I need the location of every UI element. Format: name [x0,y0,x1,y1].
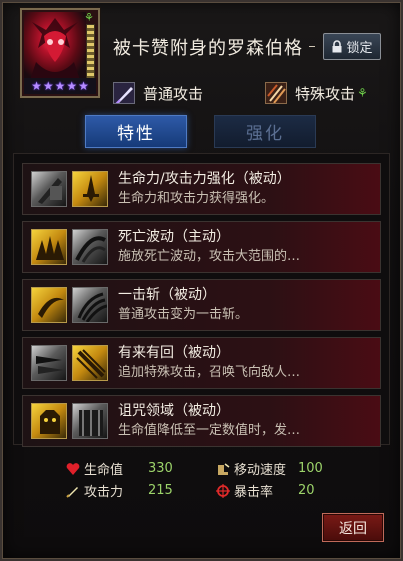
tab-traits[interactable]: 特性 [85,115,187,148]
character-art [24,12,86,80]
leaf-icon: ⚘ [84,11,94,24]
speed-value: 100 [298,461,323,476]
return-button[interactable]: 返回 [322,513,384,542]
stat-hp: 生命值 [66,459,123,478]
stat-attack: 攻击力 [66,481,123,500]
sword-shield-icon [31,171,67,207]
gold-shockwave-icon [31,229,67,265]
attack-value: 215 [148,483,173,498]
stat-crit: 暴击率 [216,481,273,500]
leaf-icon: ⚘ [357,86,368,100]
gold-sword-icon [72,171,108,207]
skill-description: 生命力和攻击力获得强化。 [118,191,275,206]
skill-description: 生命值降低至一定数值时，发… [118,423,301,438]
skill-item[interactable]: 有来有回（被动） 追加特殊攻击，召唤飞向敌人… [22,337,381,389]
special-attack[interactable]: 特殊攻击 ⚘ [265,82,368,104]
star-icon: ★ [31,79,42,93]
skill-item[interactable]: 诅咒领域（被动） 生命值降低至一定数值时，发… [22,395,381,447]
star-icon: ★ [66,79,78,93]
star-rating: ★ ★ ★ ★ ★ [24,78,96,94]
claw-slash-icon [72,287,108,323]
speed-label: 移动速度 [234,463,287,478]
attack-label: 攻击力 [84,485,124,500]
slash-wave-icon [72,229,108,265]
crosshair-icon [216,483,230,498]
normal-attack[interactable]: 普通攻击 [113,82,203,104]
hp-label: 生命值 [84,463,124,478]
character-name: 被卡赞附身的罗森伯格 [113,38,303,59]
special-attack-label: 特殊攻击 [295,84,356,103]
lock-icon [331,40,343,53]
skill-item[interactable]: 生命力/攻击力强化（被动） 生命力和攻击力获得强化。 [22,163,381,215]
star-icon: ★ [78,79,89,93]
gold-demon-icon [31,403,67,439]
skill-title: 生命力/攻击力强化（被动） [118,171,291,187]
name-divider [309,46,315,47]
sword-slash-icon [113,82,135,104]
hp-value: 330 [148,461,173,476]
heart-icon [66,462,80,476]
character-portrait[interactable]: ⚘ ★ ★ ★ ★ ★ [20,8,100,98]
skill-title: 一击斩（被动） [118,287,216,303]
claw-strike-icon [265,82,287,104]
gold-crescent-icon [31,287,67,323]
skill-title: 死亡波动（主动） [118,229,230,245]
star-icon: ★ [54,79,66,93]
sword-icon [66,484,80,498]
skill-item[interactable]: 一击斩（被动） 普通攻击变为一击斩。 [22,279,381,331]
skill-title: 诅咒领域（被动） [118,403,230,419]
crit-value: 20 [298,483,315,498]
star-icon: ★ [42,79,54,93]
skill-item[interactable]: 死亡波动（主动） 施放死亡波动，攻击大范围的… [22,221,381,273]
level-gauge [86,24,95,80]
skill-description: 追加特殊攻击，召唤飞向敌人… [118,365,301,380]
skill-description: 施放死亡波动，攻击大范围的… [118,249,301,264]
skill-description: 普通攻击变为一击斩。 [118,307,249,322]
lock-label: 锁定 [346,41,373,56]
gold-cross-blades-icon [72,345,108,381]
crit-label: 暴击率 [234,485,274,500]
stat-speed: 移动速度 [216,459,286,478]
triple-blade-icon [31,345,67,381]
cursed-gate-icon [72,403,108,439]
tab-enhance[interactable]: 强化 [214,115,316,148]
lock-button[interactable]: 锁定 [323,33,381,60]
wing-boot-icon [216,462,230,476]
normal-attack-label: 普通攻击 [143,84,204,103]
skill-title: 有来有回（被动） [118,345,230,361]
